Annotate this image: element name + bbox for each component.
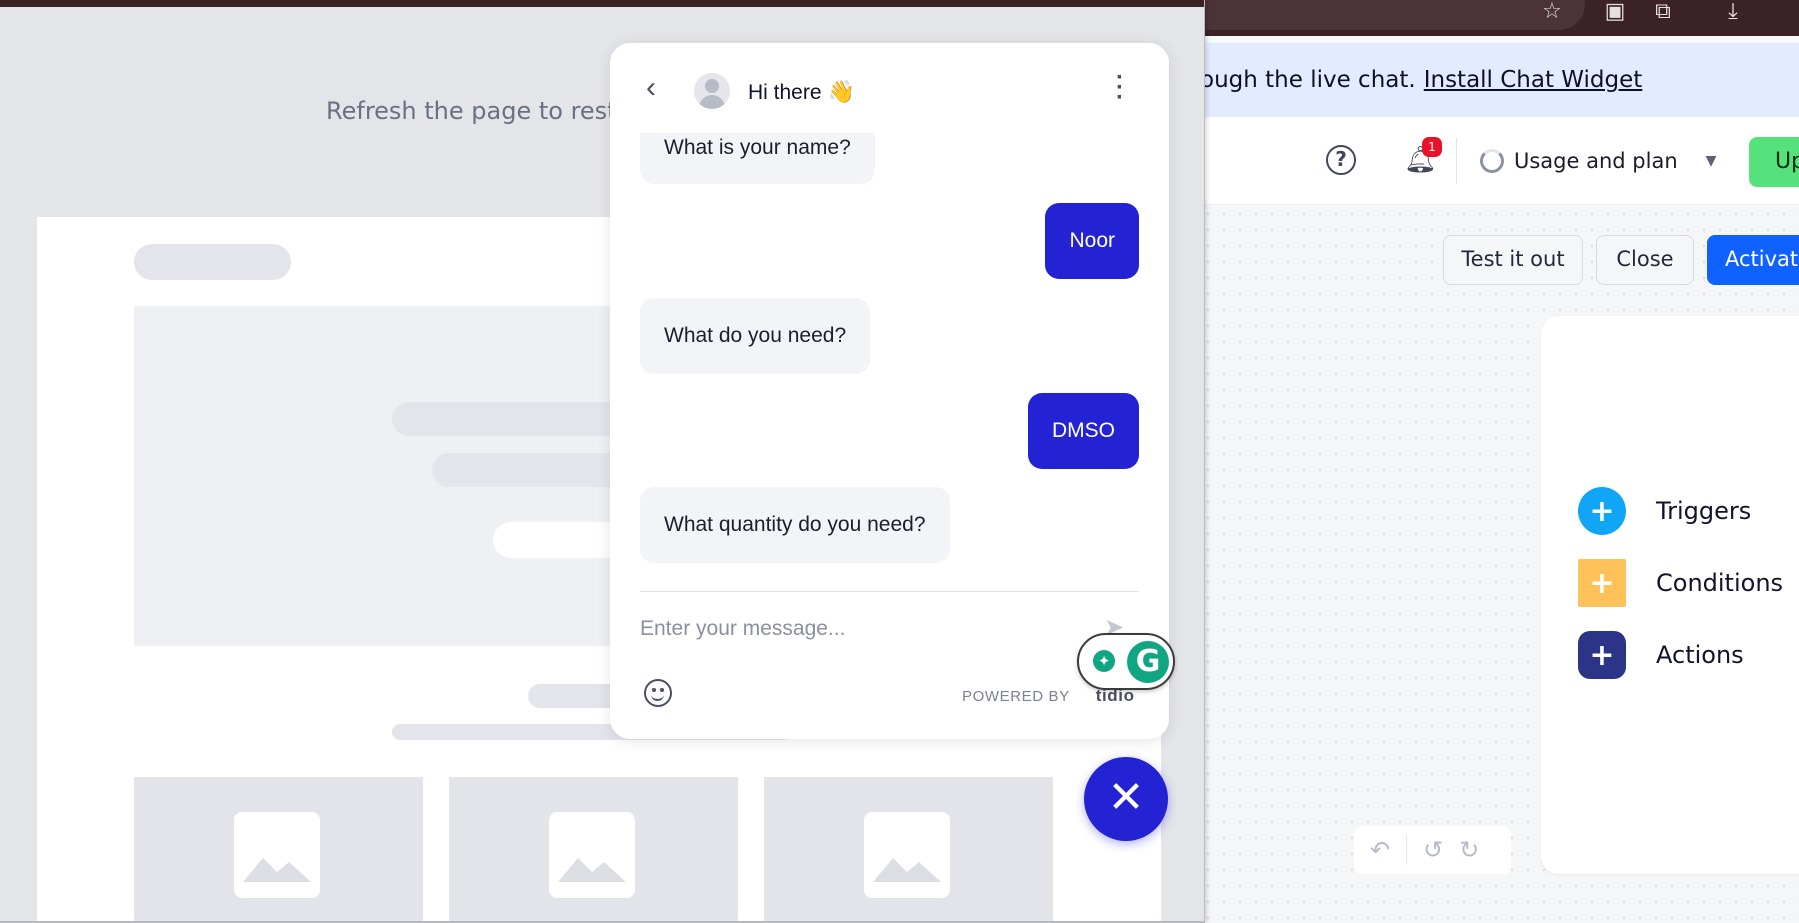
image-placeholder	[764, 777, 1053, 921]
add-action-node[interactable]: + Actions	[1578, 631, 1744, 679]
topbar-divider	[1456, 138, 1457, 184]
image-placeholder	[134, 777, 423, 921]
activate-button[interactable]: Activat	[1707, 235, 1799, 285]
emoji-icon[interactable]	[644, 679, 672, 707]
plus-icon: +	[1578, 631, 1626, 679]
powered-by-label: POWERED BY	[962, 688, 1070, 705]
close-chat-button[interactable]: ✕	[1084, 757, 1168, 841]
avatar-head	[705, 79, 719, 93]
image-icon	[864, 812, 950, 898]
bot-message: What is your name?	[640, 131, 875, 184]
undo-icon[interactable]: ↺	[1423, 836, 1443, 864]
chat-header: ‹ Hi there 👋 · · ·	[610, 43, 1169, 133]
actions-label: Actions	[1656, 641, 1744, 669]
chevron-down-icon: ▼	[1705, 153, 1717, 169]
install-chat-widget-link[interactable]: Install Chat Widget	[1424, 67, 1643, 93]
banner-text: ough the live chat.	[1200, 67, 1416, 93]
undo-all-icon[interactable]: ↶	[1370, 836, 1390, 864]
plus-icon: +	[1578, 487, 1626, 535]
test-it-out-button[interactable]: Test it out	[1443, 235, 1583, 285]
composer-divider	[640, 591, 1139, 592]
usage-ring-icon	[1480, 149, 1504, 173]
upgrade-button[interactable]: Up	[1749, 137, 1799, 187]
usage-label: Usage and plan	[1514, 149, 1678, 173]
add-condition-node[interactable]: + Conditions	[1578, 559, 1783, 607]
usage-and-plan-dropdown[interactable]: Usage and plan ▼	[1480, 146, 1716, 176]
user-message: Noor	[1045, 203, 1139, 279]
chat-widget: ‹ Hi there 👋 · · · What is your name? Noor …	[610, 43, 1169, 739]
plus-icon: +	[1578, 559, 1626, 607]
skeleton-logo	[134, 244, 291, 280]
translate-extension-icon[interactable]: ▣	[1600, 0, 1630, 26]
close-button[interactable]: Close	[1596, 235, 1694, 285]
bookmark-star-icon[interactable]: ☆	[1537, 0, 1567, 26]
chat-title: Hi there 👋	[748, 79, 855, 105]
chat-title-text: Hi there	[748, 81, 822, 104]
avatar	[694, 73, 730, 109]
triggers-label: Triggers	[1656, 497, 1752, 525]
address-bar[interactable]	[1200, 0, 1585, 30]
image-icon	[549, 812, 635, 898]
redo-icon[interactable]: ↻	[1459, 836, 1479, 864]
history-toolbar: ↶ ↺ ↻	[1354, 826, 1511, 874]
toolbar-divider	[1406, 835, 1408, 865]
download-icon[interactable]: ⤓	[1718, 0, 1748, 26]
user-message: DMSO	[1028, 393, 1139, 469]
more-options-icon[interactable]: · · ·	[1114, 66, 1126, 110]
back-chevron-icon[interactable]: ‹	[646, 73, 670, 103]
notification-badge: 1	[1422, 137, 1442, 157]
bot-message: What quantity do you need?	[640, 487, 950, 563]
waving-hand-icon: 👋	[827, 79, 855, 104]
conditions-label: Conditions	[1656, 569, 1784, 597]
help-icon[interactable]: ?	[1326, 145, 1356, 175]
avatar-body	[699, 95, 725, 109]
grammarly-g-icon[interactable]: G	[1127, 641, 1169, 683]
message-input[interactable]	[640, 609, 1070, 649]
refresh-hint: Refresh the page to restar	[326, 97, 642, 125]
image-placeholder	[449, 777, 738, 921]
browser-toolbar: ☆ ▣ ⧉ ⤓	[1200, 0, 1799, 36]
lightbulb-icon[interactable]: ✦	[1093, 650, 1115, 672]
preview-window-titlebar	[0, 0, 1204, 7]
bot-message: What do you need?	[640, 298, 871, 374]
preview-window: Refresh the page to restar ‹ Hi there👋	[0, 0, 1205, 923]
image-icon	[234, 812, 320, 898]
grammarly-widget[interactable]: ✦ G	[1077, 633, 1175, 690]
add-trigger-node[interactable]: + Triggers	[1578, 487, 1751, 535]
extensions-icon[interactable]: ⧉	[1648, 0, 1678, 26]
install-widget-banner: ough the live chat. Install Chat Widget	[1200, 43, 1799, 117]
